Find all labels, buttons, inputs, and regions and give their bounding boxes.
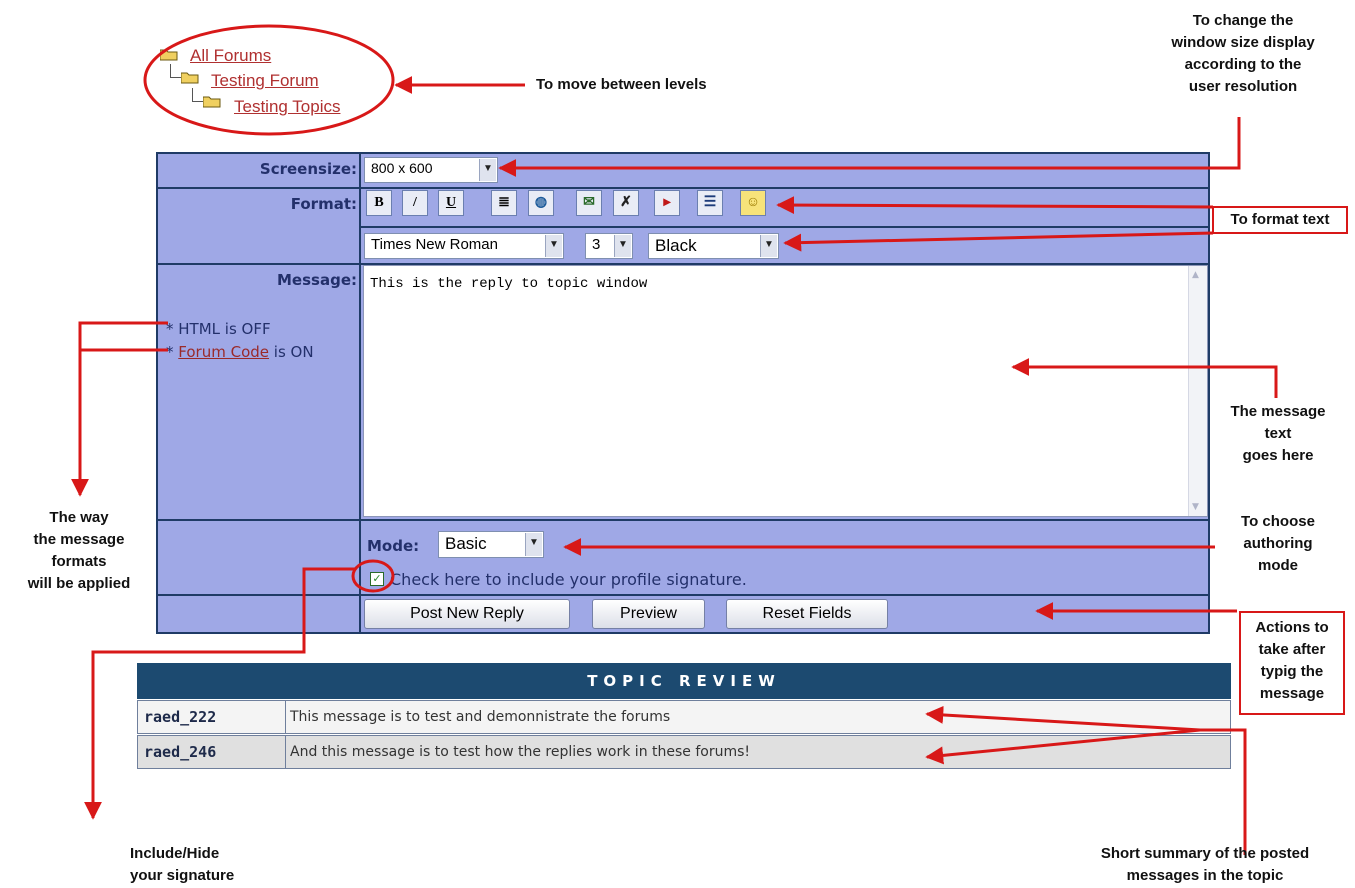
- post-new-reply-button[interactable]: Post New Reply: [364, 599, 570, 629]
- annotation-summary: Short summary of the posted messages in …: [1060, 843, 1350, 887]
- annotation-line: text: [1264, 425, 1292, 442]
- review-message: This message is to test and demonnistrat…: [290, 709, 671, 725]
- annotation-line: Short summary of the posted: [1100, 845, 1310, 862]
- breadcrumb-testing-forum[interactable]: Testing Forum: [211, 71, 319, 91]
- html-status-text: HTML is OFF: [178, 320, 271, 338]
- chevron-down-icon[interactable]: ▼: [545, 235, 562, 257]
- screensize-select[interactable]: 800 x 600 ▼: [364, 157, 498, 183]
- annotation-line: your signature: [130, 867, 235, 884]
- reset-fields-button[interactable]: Reset Fields: [726, 599, 888, 629]
- topic-review-header: TOPIC REVIEW: [137, 663, 1231, 699]
- smiley-icon[interactable]: ☺: [740, 190, 766, 216]
- quote-icon[interactable]: ✗: [613, 190, 639, 216]
- screensize-label: Screensize:: [259, 160, 357, 178]
- form-label-cell: [158, 265, 359, 519]
- annotation-line: take after: [1258, 641, 1326, 658]
- underline-icon[interactable]: U: [438, 190, 464, 216]
- signature-checkbox[interactable]: ✓: [370, 572, 384, 586]
- folder-icon: [203, 96, 221, 108]
- form-field-cell: [361, 189, 1208, 226]
- form-label-cell: [158, 596, 359, 632]
- annotation-line: Actions to: [1255, 619, 1329, 636]
- scroll-up-icon[interactable]: ▲: [1192, 270, 1199, 280]
- font-select[interactable]: Times New Roman ▼: [364, 233, 564, 259]
- format-label: Format:: [290, 195, 357, 213]
- image-icon[interactable]: ▸: [654, 190, 680, 216]
- table-row: raed_246 And this message is to test how…: [137, 735, 1231, 769]
- color-value: Black: [655, 236, 697, 255]
- annotation-line: goes here: [1242, 447, 1314, 464]
- scrollbar[interactable]: ▲ ▼: [1188, 266, 1207, 516]
- message-label: Message:: [277, 271, 357, 289]
- chevron-down-icon[interactable]: ▼: [525, 533, 542, 556]
- preview-button[interactable]: Preview: [592, 599, 705, 629]
- mode-select[interactable]: Basic ▼: [438, 531, 544, 558]
- review-message: And this message is to test how the repl…: [290, 744, 751, 760]
- annotation-window-size: To change the window size display accord…: [1138, 10, 1348, 98]
- annotation-line: the message: [33, 531, 125, 548]
- email-icon[interactable]: ✉: [576, 190, 602, 216]
- annotation-line: messages in the topic: [1126, 867, 1284, 884]
- folder-icon: [160, 49, 178, 61]
- bold-icon[interactable]: B: [366, 190, 392, 216]
- tree-connector: [192, 88, 203, 102]
- forum-code-status: * Forum Code is ON: [166, 343, 314, 361]
- annotation-authoring: To choose authoring mode: [1208, 511, 1348, 577]
- folder-icon: [181, 72, 199, 84]
- annotation-message-formats: The way the message formats will be appl…: [4, 507, 154, 595]
- color-select[interactable]: Black ▼: [648, 233, 779, 259]
- message-textarea[interactable]: This is the reply to topic window ▲ ▼: [363, 265, 1208, 517]
- mode-value: Basic: [445, 534, 487, 553]
- annotation-line: Include/Hide: [130, 845, 220, 862]
- form-label-cell: [158, 521, 359, 594]
- annotation-line: To choose: [1241, 513, 1315, 530]
- annotation-line: To change the: [1192, 12, 1294, 29]
- list-icon[interactable]: ☰: [697, 190, 723, 216]
- annotation-actions: Actions to take after typig the message: [1242, 617, 1342, 705]
- annotation-line: window size display: [1171, 34, 1315, 51]
- mode-label: Mode:: [367, 537, 420, 555]
- annotation-line: message: [1259, 685, 1325, 702]
- screensize-value: 800 x 600: [371, 160, 433, 176]
- html-status: * HTML is OFF: [166, 320, 271, 338]
- scroll-down-icon[interactable]: ▼: [1192, 502, 1199, 512]
- center-align-icon[interactable]: ≣: [491, 190, 517, 216]
- breadcrumb-all-forums[interactable]: All Forums: [190, 46, 271, 66]
- annotation-line: formats: [51, 553, 107, 570]
- annotation-message-text: The message text goes here: [1208, 401, 1348, 467]
- chevron-down-icon[interactable]: ▼: [479, 159, 496, 181]
- breadcrumb-testing-topics[interactable]: Testing Topics: [234, 97, 340, 117]
- italic-icon[interactable]: /: [402, 190, 428, 216]
- size-value: 3: [592, 236, 601, 253]
- hyperlink-icon[interactable]: ◍: [528, 190, 554, 216]
- chevron-down-icon[interactable]: ▼: [760, 235, 777, 257]
- annotation-line: will be applied: [27, 575, 131, 592]
- annotation-line: mode: [1257, 557, 1298, 574]
- forum-code-status-text: is ON: [269, 343, 314, 361]
- tree-connector: [170, 64, 181, 78]
- signature-label: Check here to include your profile signa…: [390, 570, 747, 589]
- forum-code-link[interactable]: Forum Code: [178, 343, 269, 361]
- annotation-line: authoring: [1243, 535, 1313, 552]
- annotation-signature: Include/Hide your signature: [130, 843, 234, 887]
- annotation-format-text: To format text: [1230, 211, 1330, 228]
- message-text: This is the reply to topic window: [370, 276, 648, 292]
- annotation-line: The message: [1230, 403, 1326, 420]
- annotation-line: user resolution: [1188, 78, 1298, 95]
- annotation-line: typig the: [1260, 663, 1324, 680]
- font-value: Times New Roman: [371, 236, 498, 253]
- table-row: raed_222 This message is to test and dem…: [137, 700, 1231, 734]
- review-user: raed_246: [138, 736, 286, 768]
- annotation-move-levels: To move between levels: [536, 76, 707, 93]
- size-select[interactable]: 3 ▼: [585, 233, 633, 259]
- annotation-line: according to the: [1184, 56, 1302, 73]
- chevron-down-icon[interactable]: ▼: [614, 235, 631, 257]
- annotation-line: The way: [49, 509, 109, 526]
- review-user: raed_222: [138, 701, 286, 733]
